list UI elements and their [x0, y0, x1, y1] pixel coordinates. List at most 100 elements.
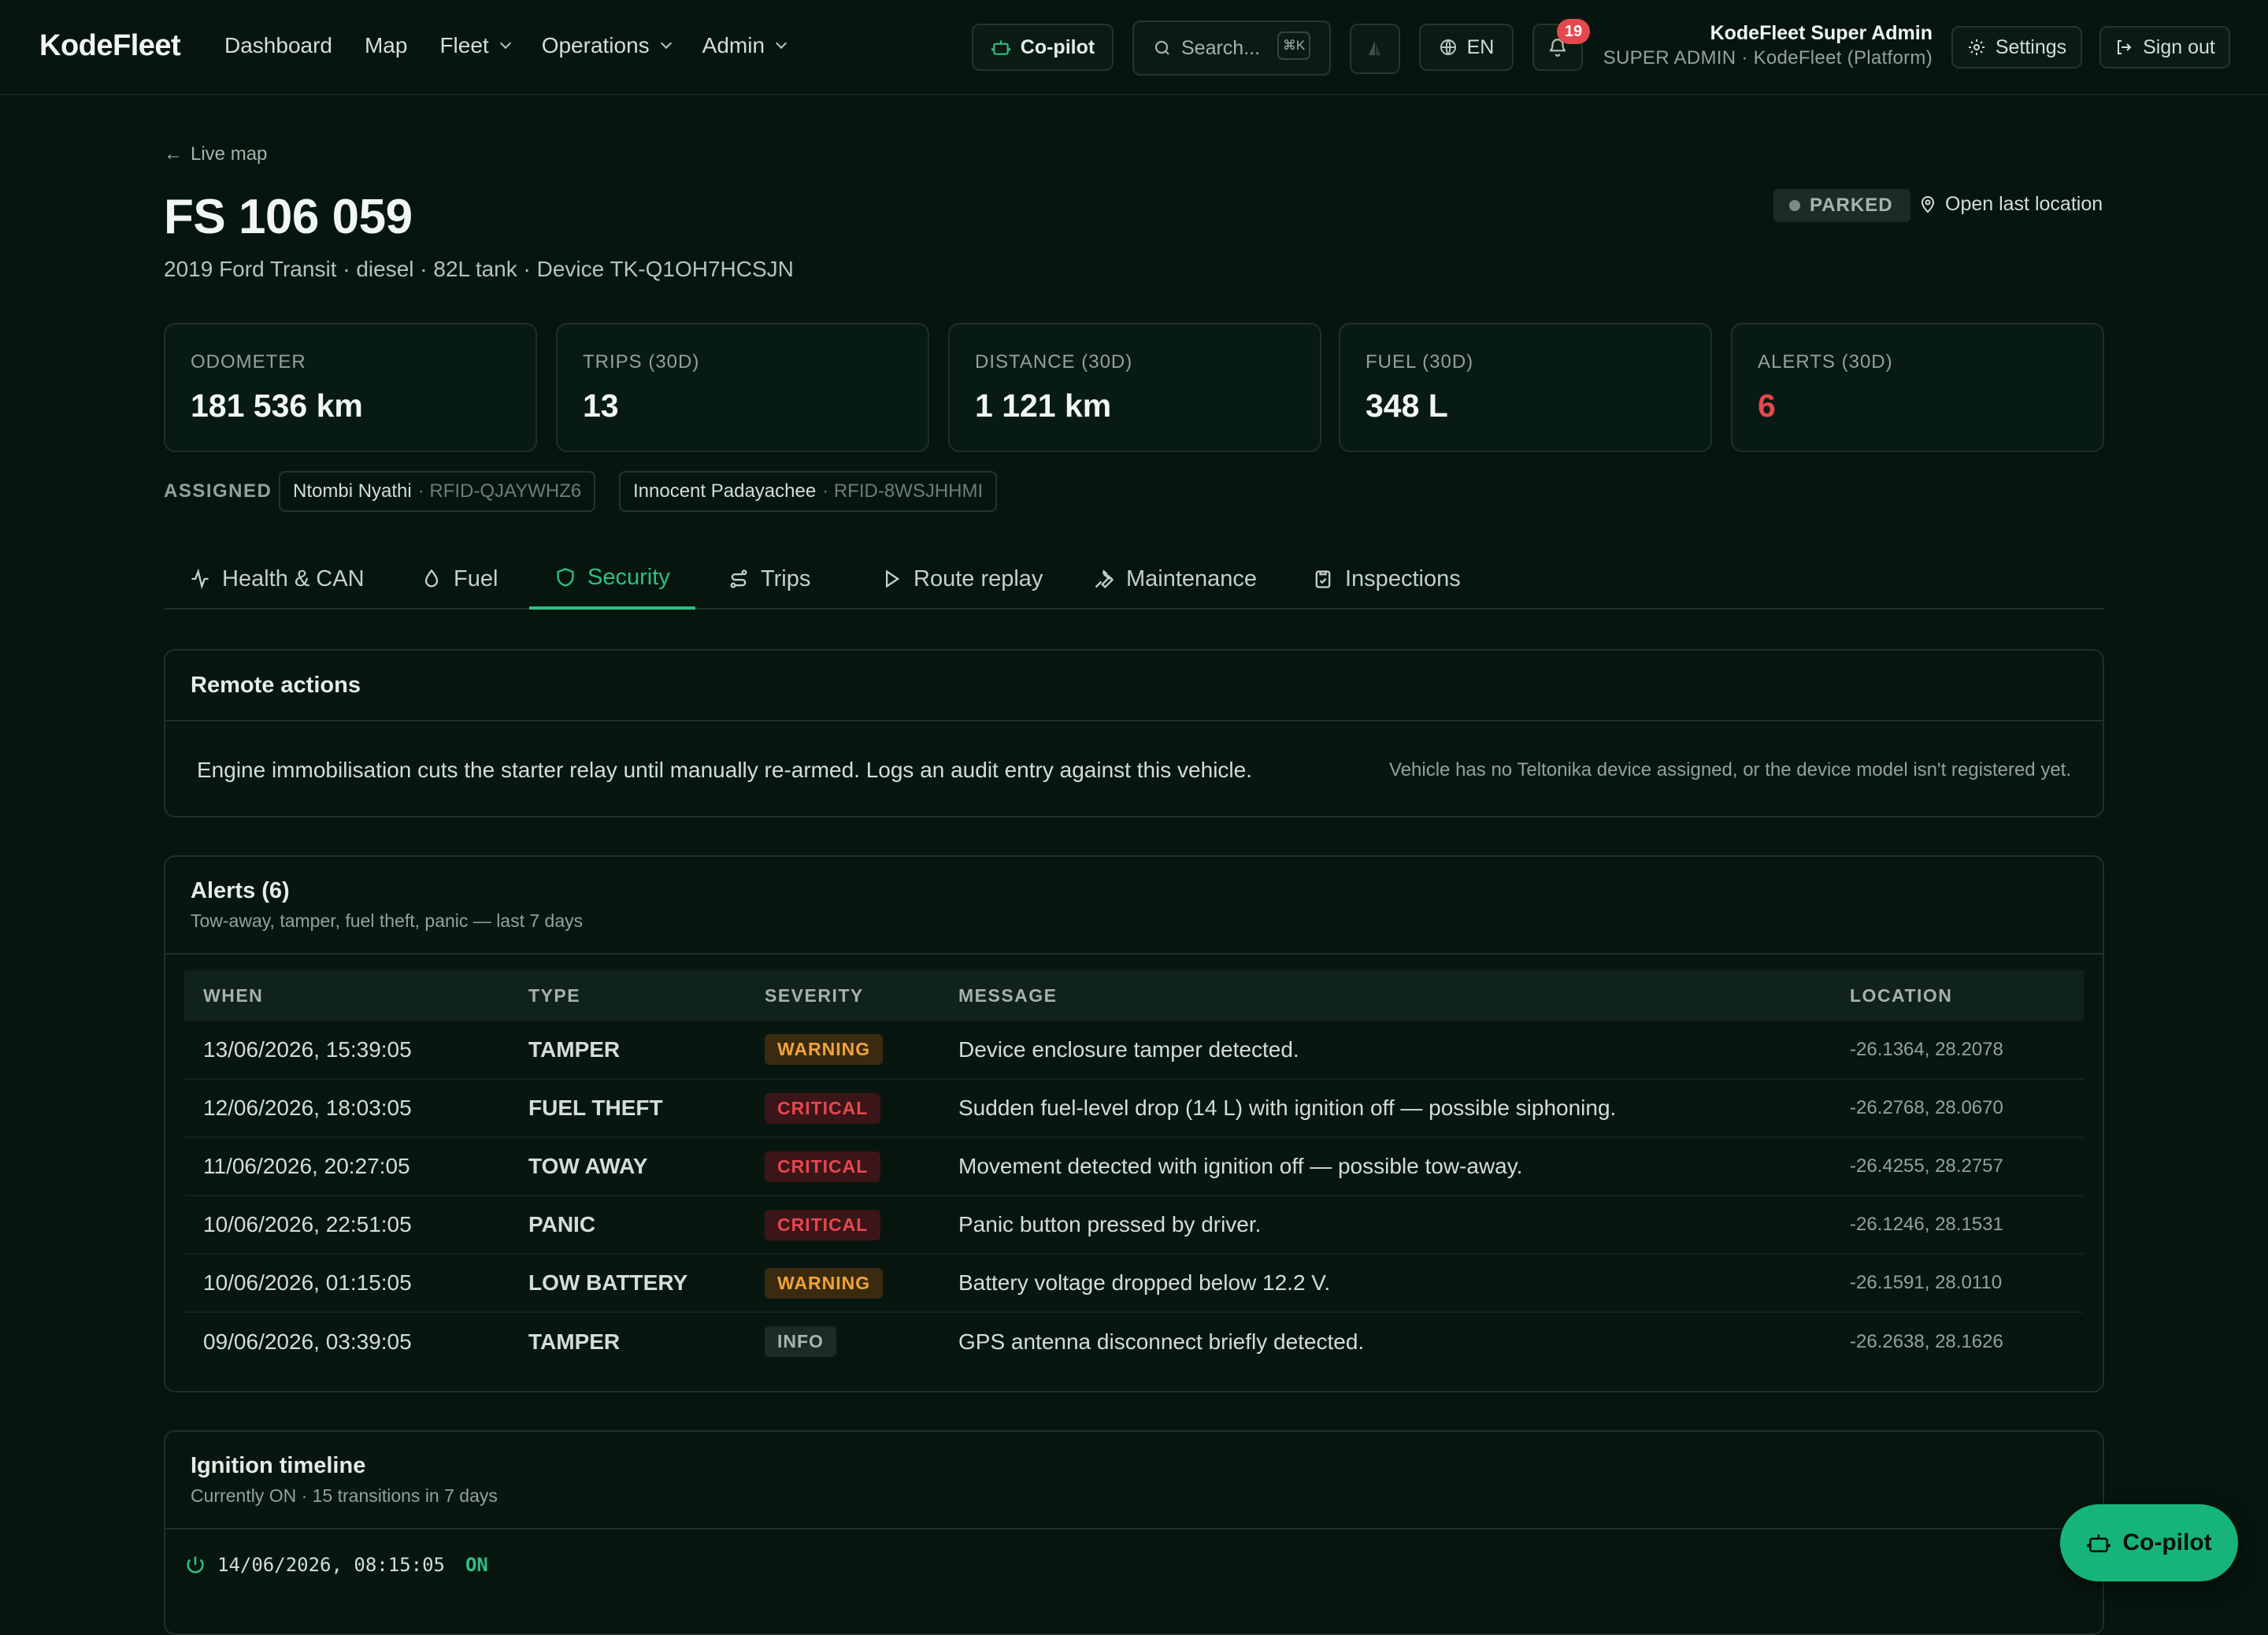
tab-label: Health & CAN — [222, 565, 365, 591]
search-input[interactable]: Search... ⌘K — [1132, 20, 1331, 76]
table-row[interactable]: 11/06/2026, 20:27:05 TOW AWAY CRITICAL M… — [184, 1137, 2084, 1196]
kpi-trips: TRIPS (30D) 13 — [556, 323, 929, 452]
alert-message: Device enclosure tamper detected. — [939, 1021, 1831, 1080]
alert-message: Movement detected with ignition off — po… — [939, 1137, 1831, 1196]
nav-admin[interactable]: Admin — [702, 33, 788, 58]
table-row[interactable]: 12/06/2026, 18:03:05 FUEL THEFT CRITICAL… — [184, 1079, 2084, 1138]
alert-location[interactable]: -26.1246, 28.1531 — [1831, 1196, 2084, 1255]
nav-admin-label: Admin — [702, 33, 765, 57]
alert-location[interactable]: -26.1364, 28.2078 — [1831, 1021, 2084, 1080]
severity-badge: CRITICAL — [765, 1092, 881, 1124]
kpi-label: DISTANCE (30D) — [975, 351, 1133, 373]
table-row[interactable]: 10/06/2026, 22:51:05 PANIC CRITICAL Pani… — [184, 1196, 2084, 1255]
ignition-timeline-card: Ignition timeline Currently ON · 15 tran… — [164, 1430, 2104, 1635]
search-shortcut: ⌘K — [1277, 32, 1310, 60]
kpi-odometer: ODOMETER 181 536 km — [164, 323, 537, 452]
table-row[interactable]: 09/06/2026, 03:39:05 TAMPER INFO GPS ant… — [184, 1312, 2084, 1370]
vehicle-tabs: Health & CAN Fuel Security Trips Route r… — [164, 548, 2104, 610]
card-header: Alerts (6) Tow-away, tamper, fuel theft,… — [165, 857, 2103, 955]
theme-toggle-button[interactable] — [1350, 24, 1400, 74]
settings-label: Settings — [1995, 35, 2067, 58]
kpi-distance: DISTANCE (30D) 1 121 km — [948, 323, 1321, 452]
column-header-message[interactable]: MESSAGE — [939, 970, 1831, 1021]
brand-logo[interactable]: KodeFleet — [39, 29, 181, 63]
tab-label: Trips — [761, 565, 811, 591]
table-row[interactable]: 10/06/2026, 01:15:05 LOW BATTERY WARNING… — [184, 1254, 2084, 1313]
robot-icon — [991, 40, 1010, 55]
power-icon — [187, 1556, 204, 1574]
no-device-note: Vehicle has no Teltonika device assigned… — [1389, 759, 2071, 780]
sign-out-button[interactable]: Sign out — [2099, 26, 2230, 69]
kpi-label: ODOMETER — [191, 351, 306, 373]
copilot-fab-label: Co-pilot — [2122, 1529, 2212, 1555]
search-icon — [1154, 40, 1169, 55]
page-title: FS 106 059 — [164, 190, 413, 244]
nav-operations[interactable]: Operations — [542, 33, 672, 58]
open-last-location-link[interactable]: Open last location — [1918, 193, 2103, 216]
main-nav: Dashboard Map Fleet Operations Admin — [224, 33, 817, 58]
tab-label: Inspections — [1345, 565, 1461, 591]
card-header: Ignition timeline Currently ON · 15 tran… — [165, 1432, 2103, 1529]
tab-maintenance[interactable]: Maintenance — [1068, 548, 1282, 610]
kpi-value: 13 — [583, 387, 619, 424]
back-to-live-map-link[interactable]: ← Live map — [164, 143, 267, 165]
card-header: Remote actions — [165, 651, 2103, 721]
alert-when: 12/06/2026, 18:03:05 — [184, 1079, 510, 1138]
alert-type: TOW AWAY — [510, 1137, 746, 1196]
user-name: KodeFleet Super Admin — [1710, 22, 1933, 44]
alert-type: TAMPER — [510, 1021, 746, 1080]
sign-out-icon — [2118, 40, 2132, 54]
alert-when: 09/06/2026, 03:39:05 — [203, 1329, 412, 1354]
copilot-button[interactable]: Co-pilot — [972, 24, 1114, 71]
nav-fleet[interactable]: Fleet — [439, 33, 511, 58]
alert-message: Battery voltage dropped below 12.2 V. — [939, 1254, 1831, 1313]
chevron-down-icon — [660, 37, 672, 50]
back-link-label: Live map — [191, 143, 268, 165]
tab-route-replay[interactable]: Route replay — [855, 548, 1068, 610]
driver-rfid: · RFID-QJAYWHZ6 — [417, 480, 582, 502]
alert-when: 13/06/2026, 15:39:05 — [184, 1021, 510, 1080]
tab-health-can[interactable]: Health & CAN — [164, 548, 390, 610]
nav-map[interactable]: Map — [365, 33, 407, 58]
nav-dashboard-label: Dashboard — [224, 33, 332, 57]
alert-location[interactable]: -26.2638, 28.1626 — [1831, 1312, 2084, 1370]
alert-location[interactable]: -26.4255, 28.2757 — [1831, 1137, 2084, 1196]
column-header-type[interactable]: TYPE — [510, 970, 746, 1021]
tab-fuel[interactable]: Fuel — [395, 548, 523, 610]
table-row[interactable]: 13/06/2026, 15:39:05 TAMPER WARNING Devi… — [184, 1021, 2084, 1080]
driver-chip[interactable]: Innocent Padayachee · RFID-8WSJHHMI — [619, 471, 998, 512]
nav-dashboard[interactable]: Dashboard — [224, 33, 332, 58]
alert-severity-cell: INFO — [746, 1312, 939, 1370]
alert-location[interactable]: -26.1591, 28.0110 — [1831, 1254, 2084, 1313]
kpi-value: 181 536 km — [191, 387, 363, 424]
status-badge: PARKED — [1773, 189, 1910, 222]
driver-chip[interactable]: Ntombi Nyathi · RFID-QJAYWHZ6 — [279, 471, 596, 512]
sign-out-label: Sign out — [2143, 35, 2215, 58]
kpi-label: FUEL (30D) — [1366, 351, 1474, 373]
remote-actions-body: Engine immobilisation cuts the starter r… — [165, 723, 2103, 818]
assigned-label: ASSIGNED — [164, 480, 272, 502]
copilot-floating-button[interactable]: Co-pilot — [2060, 1504, 2238, 1581]
play-icon — [886, 569, 900, 588]
kpi-label: TRIPS (30D) — [583, 351, 700, 373]
kpi-value: 6 — [1758, 387, 1776, 424]
column-header-when[interactable]: WHEN — [184, 970, 510, 1021]
kpi-value: 1 121 km — [975, 387, 1112, 424]
ignition-time: 14/06/2026, 08:15:05 — [217, 1554, 445, 1576]
tab-security[interactable]: Security — [529, 548, 695, 610]
tab-inspections[interactable]: Inspections — [1287, 548, 1486, 610]
column-header-location[interactable]: LOCATION — [1831, 970, 2084, 1021]
tab-trips[interactable]: Trips — [702, 548, 836, 610]
kpi-label: ALERTS (30D) — [1758, 351, 1893, 373]
ignition-state: ON — [465, 1554, 488, 1576]
chevron-down-icon — [499, 37, 511, 50]
droplet-icon — [424, 569, 439, 588]
alert-location[interactable]: -26.2768, 28.0670 — [1831, 1079, 2084, 1138]
settings-button[interactable]: Settings — [1951, 26, 2082, 69]
severity-badge: WARNING — [765, 1267, 884, 1299]
gear-icon — [1968, 39, 1984, 55]
language-button[interactable]: EN — [1419, 24, 1514, 71]
column-header-severity[interactable]: SEVERITY — [746, 970, 939, 1021]
alert-severity-cell: CRITICAL — [746, 1137, 939, 1196]
clipboard-check-icon — [1315, 570, 1331, 588]
